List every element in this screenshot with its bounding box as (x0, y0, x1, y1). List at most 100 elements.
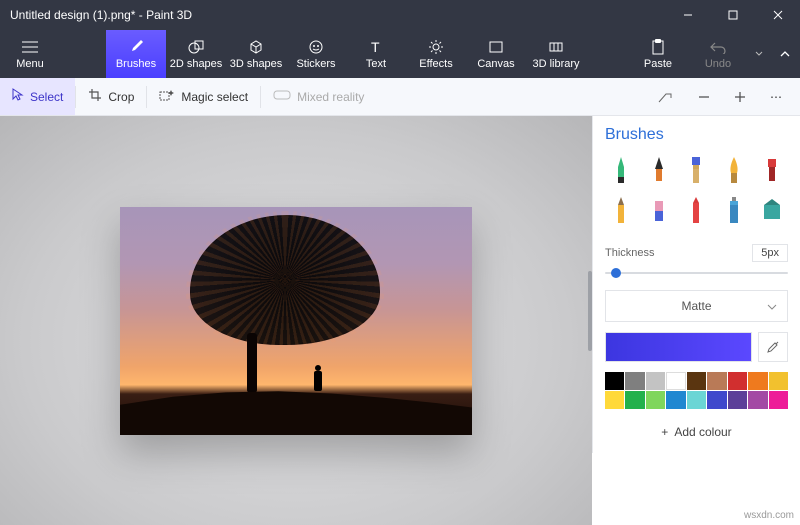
ribbon-label: Effects (419, 58, 452, 70)
panel-heading: Brushes (605, 126, 788, 144)
color-swatch[interactable] (687, 391, 706, 409)
collapse-ribbon-button[interactable] (770, 30, 800, 78)
ribbon-tab-canvas[interactable]: Canvas (466, 30, 526, 78)
sticker-icon (308, 38, 324, 56)
color-swatch[interactable] (625, 391, 644, 409)
eyedropper-button[interactable] (758, 332, 788, 362)
brushes-panel: Brushes Thickness 5px Matte (592, 116, 800, 453)
shape2d-icon (188, 38, 204, 56)
menu-button[interactable]: Menu (0, 30, 60, 78)
add-color-label: Add colour (674, 425, 731, 439)
zoom-in-button[interactable] (722, 78, 758, 115)
crop-icon (88, 88, 102, 105)
chevron-down-icon (767, 299, 777, 313)
color-swatch[interactable] (625, 372, 644, 390)
color-swatch[interactable] (707, 372, 726, 390)
watermark: wsxdn.com (744, 510, 794, 521)
thickness-value[interactable]: 5px (752, 244, 788, 262)
add-color-button[interactable]: + Add colour (605, 417, 788, 447)
brush-marker[interactable] (605, 154, 637, 186)
crop-label: Crop (108, 90, 134, 104)
color-swatch[interactable] (666, 372, 685, 390)
menu-label: Menu (16, 58, 44, 70)
slider-knob[interactable] (611, 268, 621, 278)
mixed-reality-icon (273, 89, 291, 104)
color-swatch[interactable] (769, 391, 788, 409)
svg-text:T: T (371, 39, 380, 55)
plus-icon: + (661, 425, 668, 439)
effects-icon (428, 38, 444, 56)
color-swatch[interactable] (748, 372, 767, 390)
brush-pencil[interactable] (605, 194, 637, 226)
canvas-viewport[interactable] (0, 116, 592, 525)
maximize-button[interactable] (710, 0, 755, 30)
ribbon-tab-effects[interactable]: Effects (406, 30, 466, 78)
brush-fill[interactable] (756, 194, 788, 226)
undo-icon (710, 38, 726, 56)
brush-eraser[interactable] (643, 194, 675, 226)
ribbon-tab-text[interactable]: T Text (346, 30, 406, 78)
color-swatch[interactable] (666, 391, 685, 409)
cursor-icon (12, 88, 24, 105)
ribbon-label: Brushes (116, 58, 156, 70)
brush-pixel[interactable] (756, 154, 788, 186)
color-swatch[interactable] (646, 391, 665, 409)
color-swatch[interactable] (728, 391, 747, 409)
color-swatch[interactable] (748, 391, 767, 409)
brush-crayon[interactable] (681, 194, 713, 226)
brush-calligraphy[interactable] (643, 154, 675, 186)
color-swatch[interactable] (605, 372, 624, 390)
shape3d-icon (248, 38, 264, 56)
zoom-out-button[interactable] (686, 78, 722, 115)
view-3d-button[interactable] (646, 78, 686, 115)
canvas-icon (488, 38, 504, 56)
color-swatch[interactable] (605, 391, 624, 409)
brush-watercolor[interactable] (718, 154, 750, 186)
brush-spray[interactable] (718, 194, 750, 226)
brush-grid (605, 154, 788, 226)
mixed-reality-tool: Mixed reality (261, 78, 376, 115)
undo-button[interactable]: Undo (688, 30, 748, 78)
more-options-button[interactable]: ⋯ (758, 78, 800, 115)
canvas-image[interactable] (120, 207, 472, 435)
color-swatch[interactable] (728, 372, 747, 390)
close-button[interactable] (755, 0, 800, 30)
ribbon-tab-stickers[interactable]: Stickers (286, 30, 346, 78)
brush-oil[interactable] (681, 154, 713, 186)
tree-trunk (247, 333, 257, 393)
ribbon: Menu Brushes 2D shapes 3D shapes Sticker… (0, 30, 800, 78)
main-area: Brushes Thickness 5px Matte (0, 116, 800, 525)
ribbon-tab-2d-shapes[interactable]: 2D shapes (166, 30, 226, 78)
color-swatch[interactable] (646, 372, 665, 390)
color-swatch[interactable] (707, 391, 726, 409)
minimize-button[interactable] (665, 0, 710, 30)
hill-silhouette (120, 381, 472, 435)
history-dropdown[interactable] (748, 30, 770, 78)
ribbon-label: Text (366, 58, 386, 70)
ribbon-label: 3D shapes (230, 58, 283, 70)
tree-silhouette (190, 215, 380, 345)
select-label: Select (30, 90, 63, 104)
window-title: Untitled design (1).png* - Paint 3D (10, 8, 665, 22)
ribbon-tab-3d-shapes[interactable]: 3D shapes (226, 30, 286, 78)
current-color-swatch[interactable] (605, 332, 752, 362)
mixed-reality-label: Mixed reality (297, 90, 364, 104)
library-icon (548, 38, 564, 56)
color-swatch[interactable] (687, 372, 706, 390)
brush-icon (128, 38, 144, 56)
paste-button[interactable]: Paste (628, 30, 688, 78)
color-swatch[interactable] (769, 372, 788, 390)
ribbon-tab-3d-library[interactable]: 3D library (526, 30, 586, 78)
person-silhouette (314, 371, 322, 391)
magic-select-tool[interactable]: Magic select (147, 78, 260, 115)
paste-label: Paste (644, 58, 672, 70)
magic-select-label: Magic select (181, 90, 248, 104)
crop-tool[interactable]: Crop (76, 78, 146, 115)
ribbon-label: 2D shapes (170, 58, 223, 70)
select-tool[interactable]: Select (0, 78, 75, 115)
thickness-slider[interactable] (605, 268, 788, 278)
material-dropdown[interactable]: Matte (605, 290, 788, 322)
thickness-label: Thickness (605, 247, 655, 259)
undo-label: Undo (705, 58, 731, 70)
ribbon-tab-brushes[interactable]: Brushes (106, 30, 166, 78)
